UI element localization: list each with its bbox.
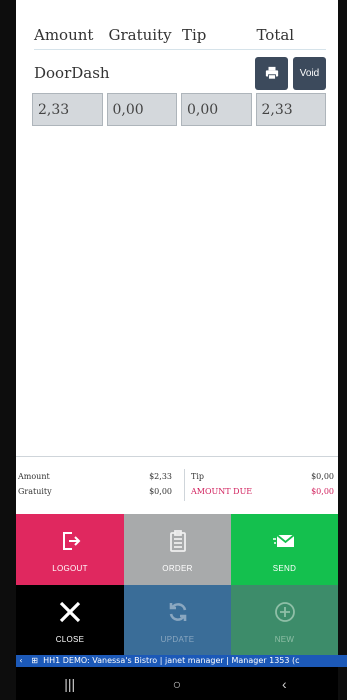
amount-due-label: AMOUNT DUE (191, 487, 253, 496)
summary-amount-label: Amount (18, 472, 50, 481)
header-amount: Amount (34, 26, 94, 44)
back-icon[interactable]: ‹ (264, 676, 304, 692)
send-label: SEND (272, 564, 297, 573)
summary-gratuity-label: Gratuity (18, 487, 52, 496)
tender-name: DoorDash (34, 64, 110, 82)
print-button[interactable] (255, 56, 288, 90)
payment-header: Amount Gratuity Tip Total (34, 26, 326, 50)
amount-field[interactable]: 2,33 (32, 93, 103, 126)
keyboard-icon: ⊞ (31, 656, 38, 665)
recent-apps-icon[interactable]: ||| (50, 676, 90, 692)
pos-app: Amount Gratuity Tip Total DoorDash Void … (16, 0, 338, 655)
gratuity-field[interactable]: 0,00 (106, 93, 177, 126)
summary-tip-value: $0,00 (311, 472, 334, 481)
summary-amount-line: Amount $2,33 (18, 469, 172, 484)
order-label: ORDER (162, 564, 193, 573)
plus-circle-icon (274, 601, 295, 622)
order-button[interactable]: ORDER (124, 514, 231, 585)
header-gratuity: Gratuity (108, 26, 172, 44)
update-button[interactable]: UPDATE (124, 585, 231, 655)
summary-due-line: AMOUNT DUE $0,00 (191, 484, 334, 499)
new-button[interactable]: NEW (231, 585, 338, 655)
new-label: NEW (274, 634, 295, 644)
header-tip: Tip (181, 26, 207, 44)
void-button[interactable]: Void (293, 56, 326, 90)
action-grid: LOGOUT ORDER SEND CLOSE UPDATE NEW (16, 514, 338, 655)
clipboard-icon (169, 530, 186, 552)
logout-button[interactable]: LOGOUT (16, 514, 124, 585)
printer-icon (265, 66, 278, 80)
update-label: UPDATE (160, 634, 195, 644)
totals-summary: Amount $2,33 Gratuity $0,00 Tip $0,00 AM… (16, 456, 338, 512)
amount-row: 2,33 0,00 0,00 2,33 (32, 93, 326, 126)
summary-tip-line: Tip $0,00 (191, 469, 334, 484)
status-bar: ‹ ⊞ HH1 DEMO: Vanessa's Bistro | janet m… (16, 655, 347, 667)
summary-left: Amount $2,33 Gratuity $0,00 (18, 469, 172, 499)
tender-row: DoorDash Void (34, 56, 326, 90)
total-field[interactable]: 2,33 (255, 93, 326, 126)
summary-gratuity-line: Gratuity $0,00 (18, 484, 172, 499)
android-nav-bar: ||| ○ ‹ (16, 667, 338, 700)
summary-right: Tip $0,00 AMOUNT DUE $0,00 (184, 469, 334, 501)
close-label: CLOSE (55, 634, 85, 644)
header-total: Total (256, 26, 295, 44)
summary-gratuity-value: $0,00 (149, 487, 172, 496)
summary-amount-value: $2,33 (149, 472, 172, 481)
collapse-icon[interactable]: ‹ (16, 655, 26, 667)
status-text: HH1 DEMO: Vanessa's Bistro | janet manag… (43, 656, 300, 665)
logout-label: LOGOUT (52, 564, 88, 573)
tip-field[interactable]: 0,00 (181, 93, 252, 126)
close-icon (59, 601, 81, 622)
close-button[interactable]: CLOSE (16, 585, 124, 655)
amount-due-value: $0,00 (311, 487, 334, 496)
envelope-icon (272, 534, 295, 547)
send-button[interactable]: SEND (231, 514, 338, 585)
summary-tip-label: Tip (191, 472, 205, 481)
refresh-icon (169, 602, 186, 621)
home-icon[interactable]: ○ (157, 676, 197, 692)
logout-icon (63, 532, 81, 550)
